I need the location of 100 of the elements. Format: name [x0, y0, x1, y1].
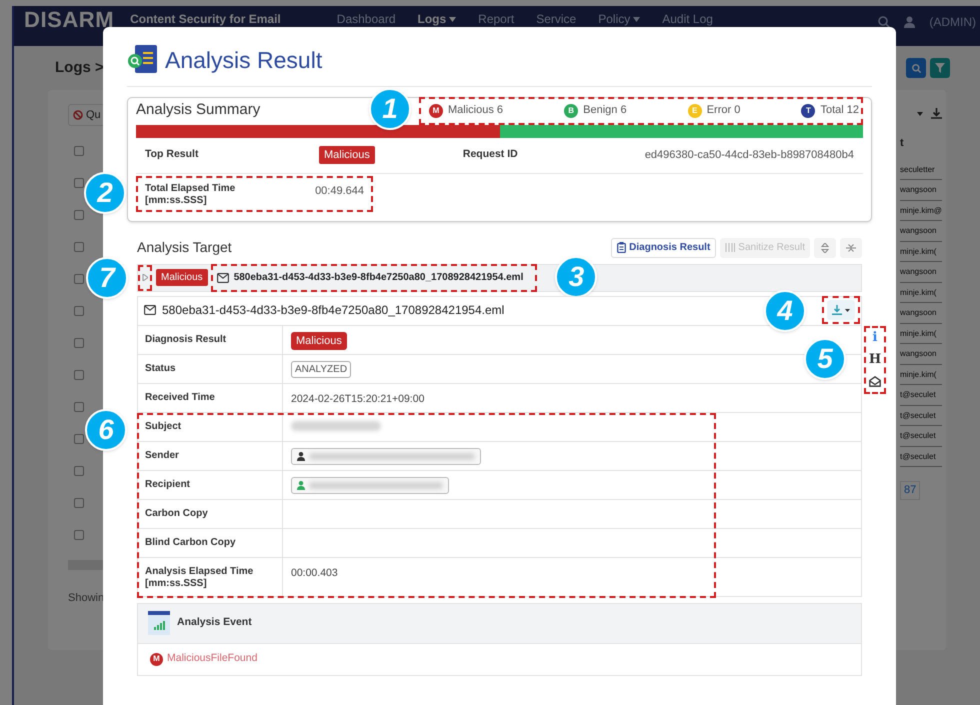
nav-item[interactable]: Dashboard [336, 12, 396, 26]
clipboard-icon [617, 242, 626, 253]
result-badge: Malicious [156, 269, 208, 286]
dialog-title: Analysis Result [165, 46, 322, 75]
callout-number: 6 [85, 408, 127, 450]
breadcrumb: Logs > [55, 58, 104, 78]
scrollbar[interactable] [68, 560, 106, 570]
recipient-cell: wangsoon [900, 262, 942, 282]
row-checkbox[interactable] [74, 434, 84, 444]
report-icon [127, 45, 159, 76]
nav-item[interactable]: Service [536, 12, 576, 26]
field-value: 00:00.403 [291, 566, 338, 580]
filter-icon [935, 63, 945, 73]
recipient-cell: minje.kim@ [900, 200, 942, 221]
row-checkbox[interactable] [74, 242, 84, 252]
callout-number: 7 [86, 256, 128, 298]
nav-item[interactable]: Report [478, 12, 514, 26]
caret-icon [633, 16, 640, 22]
row-checkbox[interactable] [74, 402, 84, 412]
collapse-icon [846, 242, 856, 252]
download-button[interactable] [827, 300, 855, 320]
columns-icon [725, 242, 736, 253]
callout-number: 2 [84, 172, 126, 214]
file-name: 580eba31-d453-4d33-b3e9-8fb4e7250a80_1708928421954.eml [162, 302, 504, 319]
recipient-cell: t@seculet [900, 446, 942, 467]
count-label: Error 0 [706, 103, 740, 118]
section-title: Analysis Event [177, 615, 252, 630]
field-label: Diagnosis Result [137, 326, 283, 354]
field-value: ed496380-ca50-44cd-83eb-b898708480b4 [644, 148, 854, 163]
collapse-button[interactable] [840, 238, 862, 258]
callout-frame [138, 264, 152, 290]
recipient-cell: t@seculet [900, 385, 942, 406]
product-name: Content Security for Email [130, 12, 281, 26]
recipient-cell: seculetter [900, 160, 942, 180]
caret-icon[interactable] [917, 112, 923, 116]
download-icon [832, 305, 842, 315]
row-checkbox[interactable] [74, 274, 84, 284]
search-icon[interactable] [878, 16, 890, 28]
recipient-cell: wangsoon [900, 344, 942, 364]
recipient-cell: wangsoon [900, 180, 942, 200]
field-label: Status [137, 354, 283, 382]
count-label: Benign 6 [583, 103, 627, 118]
search-button[interactable] [906, 58, 926, 78]
field-value: 00:49.644 [315, 184, 364, 198]
status-tag: ANALYZED [291, 360, 352, 378]
collapsed-triangle-icon[interactable] [142, 274, 148, 281]
callout-number: 3 [555, 256, 598, 298]
row-checkbox[interactable] [74, 498, 84, 508]
page-link[interactable]: 87 [900, 481, 920, 500]
expand-button[interactable] [814, 238, 836, 258]
search-icon [912, 64, 920, 72]
row-checkbox[interactable] [74, 530, 84, 540]
callout-frame [822, 296, 860, 324]
recipient-cell: minje.kim( [900, 242, 942, 262]
view-tab[interactable]: Sanitize Result [720, 238, 810, 258]
caret-icon [449, 16, 456, 22]
callout-frame [864, 326, 886, 394]
nav-item[interactable]: Audit Log [662, 12, 713, 26]
field-label: Request ID [462, 147, 518, 162]
download-icon[interactable] [931, 108, 942, 119]
row-checkbox[interactable] [74, 306, 84, 316]
count-label: Malicious 6 [448, 103, 504, 118]
app-logo: DISARM [24, 9, 114, 31]
result-badge: Malicious [291, 332, 347, 350]
filter-button[interactable] [930, 58, 950, 78]
envelope-icon [216, 272, 229, 282]
row-checkbox[interactable] [74, 466, 84, 476]
row-checkbox[interactable] [74, 146, 84, 156]
file-name: 580eba31-d453-4d33-b3e9-8fb4e7250a80_1708928421954.eml [234, 272, 524, 284]
nav-item[interactable]: Policy [598, 12, 640, 26]
count-label: Total 12 [820, 103, 859, 118]
callout-number: 1 [369, 88, 411, 130]
column-heading: t [900, 136, 905, 151]
user-name[interactable]: (ADMIN) [929, 13, 976, 31]
field-value: 2024-02-26T15:20:21+09:00 [291, 392, 424, 406]
envelope-icon [144, 305, 156, 315]
chart-window-icon [148, 611, 170, 635]
recipient-cell: wangsoon [900, 221, 942, 242]
field-label: Received Time [137, 384, 283, 412]
section-title: Analysis Summary [136, 100, 260, 120]
row-checkbox[interactable] [74, 210, 84, 220]
recipient-cell: t@seculet [900, 426, 942, 446]
recipient-cell: t@seculet [900, 406, 942, 426]
row-checkbox[interactable] [74, 178, 84, 188]
nav-item[interactable]: Logs [418, 12, 456, 26]
event-badge: M [150, 652, 163, 666]
expand-icon [821, 242, 829, 252]
recipient-cell: minje.kim( [900, 324, 942, 344]
row-checkbox[interactable] [74, 338, 84, 348]
view-tab[interactable]: Diagnosis Result [611, 238, 716, 258]
field-label: Top Result [145, 147, 200, 162]
caret-icon [845, 308, 850, 312]
result-badge: Malicious [319, 146, 375, 164]
recipient-cell: wangsoon [900, 303, 942, 324]
row-checkbox[interactable] [74, 370, 84, 380]
footer-text: Showin [68, 591, 106, 606]
prohibited-icon [73, 110, 83, 120]
user-icon[interactable] [904, 16, 916, 28]
recipient-cell: minje.kim( [900, 364, 942, 385]
open-envelope-icon [869, 376, 881, 387]
